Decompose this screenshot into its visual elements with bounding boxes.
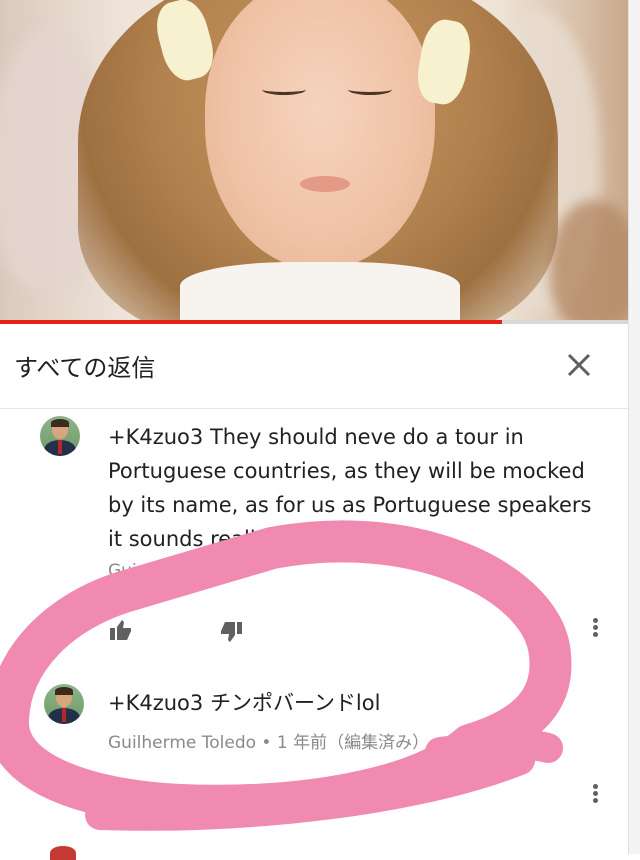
top-garment (180, 262, 460, 322)
more-vert-icon (592, 784, 598, 789)
left-eye (262, 84, 306, 95)
right-eye (348, 84, 392, 95)
page-title: すべての返信 (14, 354, 156, 382)
avatar-hair (51, 419, 69, 427)
comment-text: +K4zuo3 They should neve do a tour in Po… (108, 420, 608, 556)
like-button[interactable] (108, 618, 134, 642)
more-vert-icon (592, 618, 598, 623)
close-icon (567, 353, 591, 377)
replies-header: すべての返信 (0, 324, 628, 409)
kebab-dot (592, 625, 598, 630)
mouth (300, 176, 350, 192)
thumbs-down-icon (221, 622, 242, 642)
kebab-dot (592, 791, 598, 796)
close-button[interactable] (560, 346, 598, 384)
avatar[interactable] (44, 684, 84, 724)
video-player[interactable] (0, 0, 628, 322)
meta-separator: • (261, 733, 272, 753)
more-options-button[interactable] (590, 782, 600, 806)
kebab-dot (592, 632, 598, 637)
avatar-hair (55, 687, 73, 695)
kebab-dot (592, 798, 598, 803)
author-name[interactable]: Guilherme Toledo (108, 733, 256, 753)
comment-meta: Guilherme Toledo • 1 年前（編集済み） (108, 728, 429, 753)
comment-line: Portuguese countries, as they will be mo… (108, 459, 585, 483)
dislike-button[interactable] (218, 620, 244, 644)
comment-text: +K4zuo3 チンポバーンドlol (108, 691, 381, 715)
comment-line: by its name, as for us as Portuguese spe… (108, 493, 592, 517)
avatar-tie (58, 440, 62, 454)
avatar-tie (62, 708, 66, 722)
more-options-button[interactable] (590, 616, 600, 640)
side-edge (628, 0, 640, 854)
comment-line: it sounds really ridiculous! (108, 527, 385, 551)
next-avatar-partial (50, 846, 76, 860)
comment-time: 1 年前（編集済み） (276, 733, 430, 753)
thumbs-up-icon (110, 620, 131, 640)
comment-meta: Gui (108, 561, 137, 581)
avatar[interactable] (40, 416, 80, 456)
comment-line: +K4zuo3 They should neve do a tour in (108, 425, 524, 449)
